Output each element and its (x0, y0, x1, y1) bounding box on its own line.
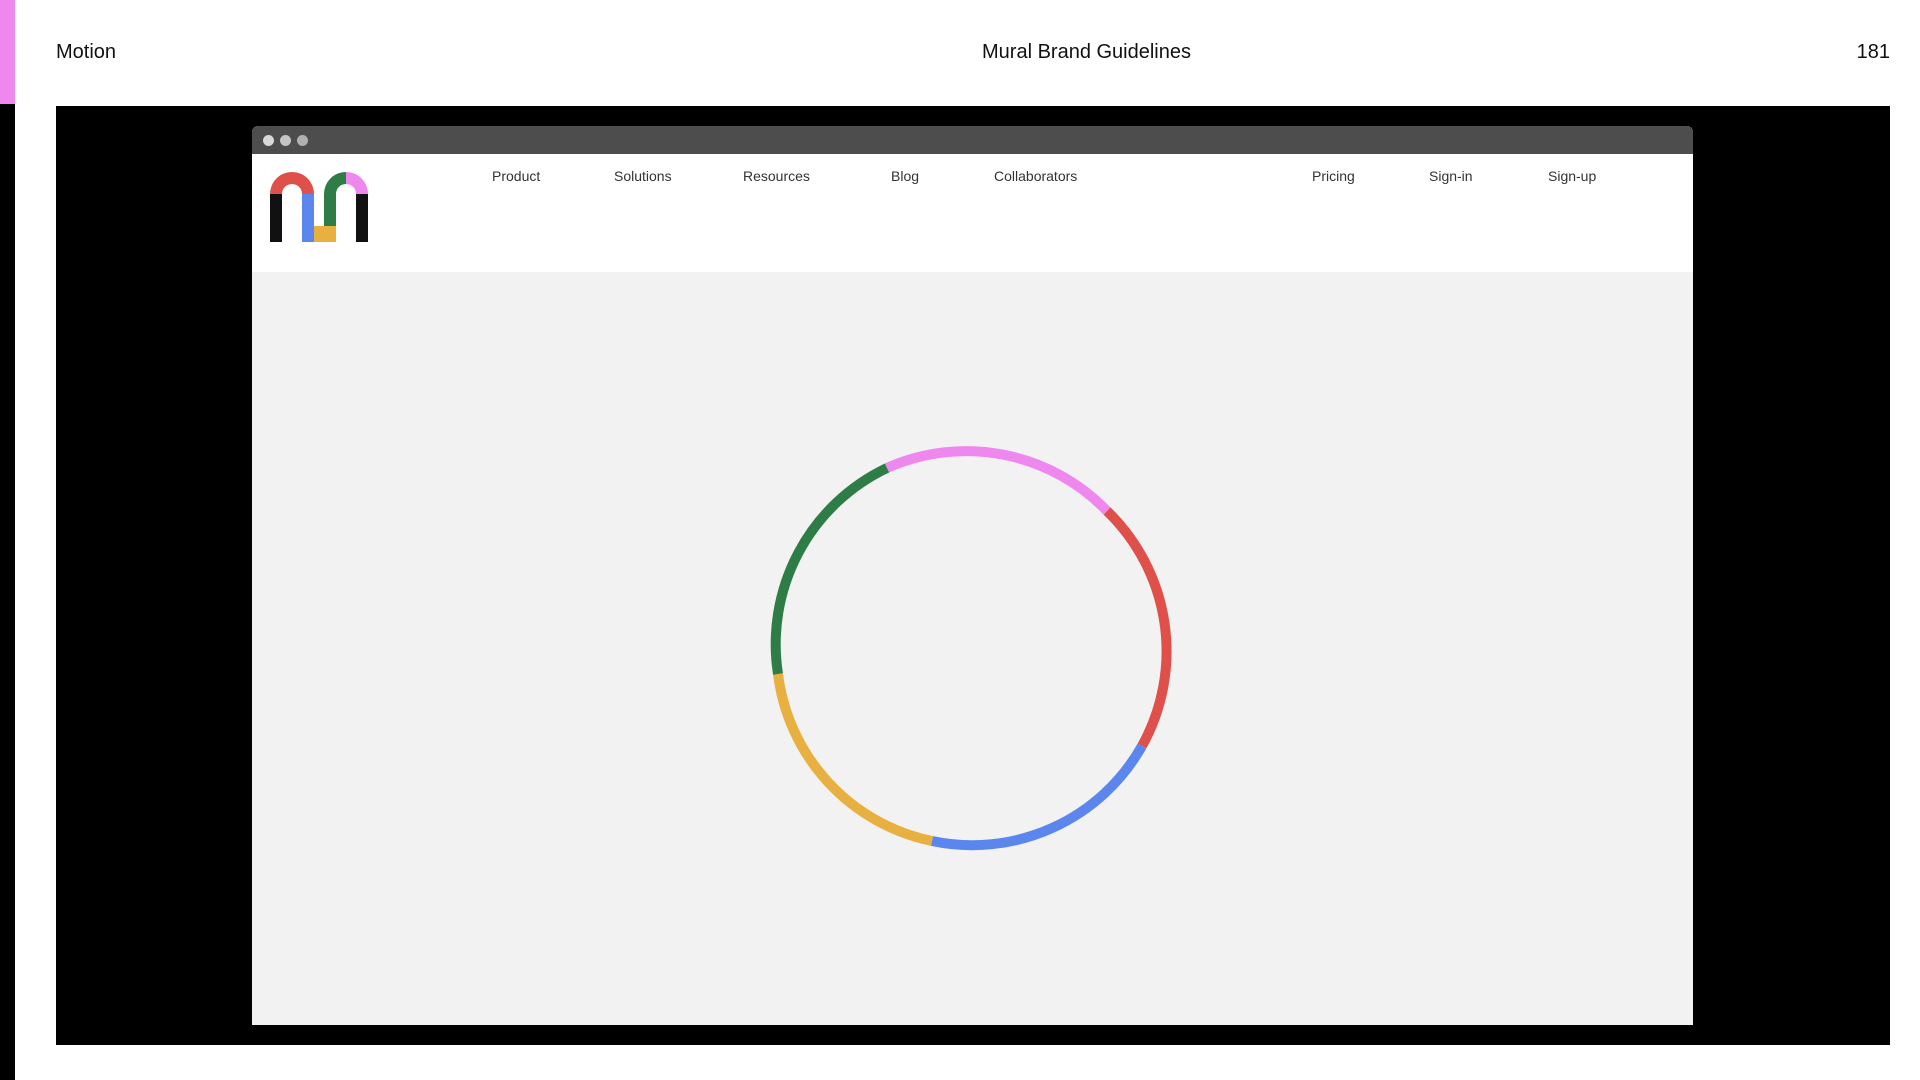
screen-recording-frame: Product Solutions Resources Blog Collabo… (56, 106, 1890, 1045)
window-maximize-dot[interactable] (297, 135, 308, 146)
page-edge-bar (0, 0, 15, 1080)
window-minimize-dot[interactable] (280, 135, 291, 146)
window-close-dot[interactable] (263, 135, 274, 146)
nav-collaborators[interactable]: Collaborators (994, 168, 1077, 184)
document-title: Mural Brand Guidelines (982, 41, 1191, 63)
browser-window: Product Solutions Resources Blog Collabo… (252, 126, 1693, 1025)
page-number: 181 (1856, 41, 1890, 63)
nav-product[interactable]: Product (492, 168, 540, 184)
page-content-area (252, 272, 1693, 1025)
browser-title-bar (252, 126, 1693, 154)
loading-ring-icon (770, 446, 1172, 851)
nav-blog[interactable]: Blog (891, 168, 919, 184)
mural-m-logo-icon[interactable] (270, 164, 368, 242)
site-header: Product Solutions Resources Blog Collabo… (252, 154, 1693, 272)
nav-sign-up[interactable]: Sign-up (1548, 168, 1596, 184)
nav-solutions[interactable]: Solutions (614, 168, 672, 184)
nav-pricing[interactable]: Pricing (1312, 168, 1355, 184)
nav-resources[interactable]: Resources (743, 168, 810, 184)
nav-sign-in[interactable]: Sign-in (1429, 168, 1473, 184)
